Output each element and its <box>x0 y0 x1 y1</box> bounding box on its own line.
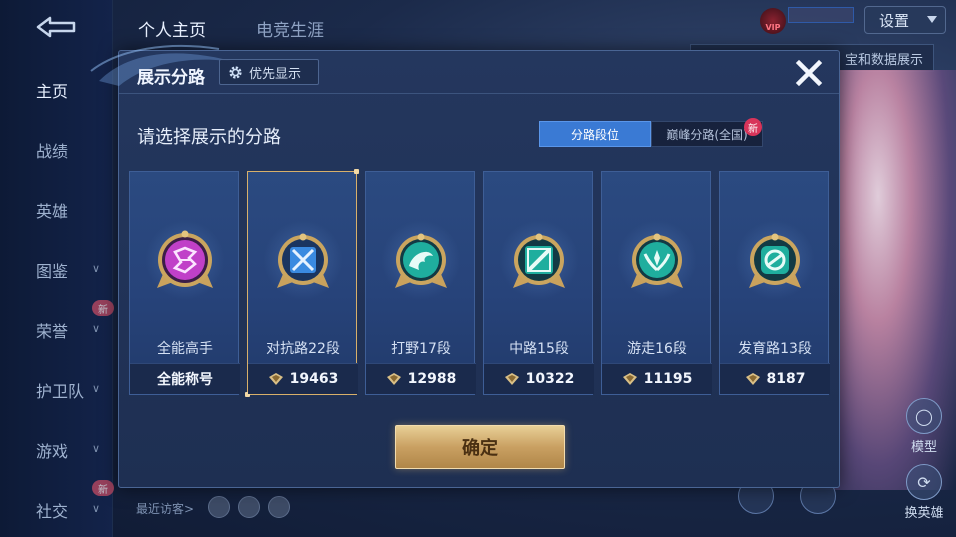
lane-name: 中路15段 <box>509 341 569 357</box>
dialog-title: 展示分路 <box>137 68 205 88</box>
lane-name: 发育路13段 <box>738 341 812 357</box>
switch-hero-button[interactable]: ⟳ 换英雄 <box>900 464 948 521</box>
score-row: 11195 <box>602 363 712 394</box>
vip-info-box <box>788 7 854 23</box>
selection-corner <box>354 169 359 174</box>
dialog-subtitle: 请选择展示的分路 <box>137 127 281 148</box>
clash-lane-icon <box>277 233 329 288</box>
power-icon <box>268 373 283 385</box>
new-badge: 新 <box>92 300 114 316</box>
tab-esports-career[interactable]: 电竞生涯 <box>256 16 324 41</box>
sidebar-item-label: 主页 <box>36 82 69 101</box>
model-label: 模型 <box>910 440 937 455</box>
lane-name: 打野17段 <box>391 341 451 357</box>
new-badge: 新 <box>744 118 762 136</box>
settings-label: 设置 <box>879 11 910 30</box>
power-icon <box>386 373 401 385</box>
power-score: 8187 <box>766 371 806 387</box>
power-score: 11195 <box>643 371 693 387</box>
chevron-down-icon: ∨ <box>92 502 101 515</box>
sidebar-item-codex[interactable]: 图鉴 ∨ <box>0 250 112 290</box>
chevron-down-icon: ∨ <box>92 322 101 335</box>
sidebar-item-honor[interactable]: 荣誉 新 ∨ <box>0 300 114 350</box>
vip-badge[interactable]: VIP <box>760 8 786 34</box>
divider <box>119 93 839 94</box>
lane-card-clash[interactable]: 对抗路22段 19463 <box>245 169 359 397</box>
confirm-button[interactable]: 确定 <box>395 425 565 469</box>
farm-lane-icon <box>749 233 801 288</box>
avatar[interactable] <box>268 496 290 518</box>
sidebar-item-label: 护卫队 <box>36 382 85 401</box>
lane-name: 游走16段 <box>627 341 687 357</box>
tab-profile[interactable]: 个人主页 <box>138 16 206 41</box>
avatar[interactable] <box>208 496 230 518</box>
tab-peak-lane[interactable]: 巅峰分路(全国) 新 <box>651 118 763 147</box>
chevron-down-icon: ∨ <box>92 262 101 275</box>
chevron-down-icon: ∨ <box>92 382 101 395</box>
lane-card-farm[interactable]: 发育路13段 8187 <box>719 171 830 395</box>
score-row: 19463 <box>248 363 358 394</box>
score-row: 12988 <box>366 363 476 394</box>
priority-label: 优先显示 <box>249 66 302 82</box>
sidebar-item-heroes[interactable]: 英雄 <box>0 190 112 230</box>
power-icon <box>622 373 637 385</box>
priority-display-button[interactable]: 优先显示 <box>219 59 319 85</box>
model-icon: ◯ <box>906 398 942 434</box>
score-row: 全能称号 <box>130 363 240 394</box>
sidebar-item-record[interactable]: 战绩 <box>0 130 112 170</box>
all-round-icon <box>157 230 213 288</box>
power-icon <box>504 373 519 385</box>
settings-button[interactable]: 设置 <box>864 6 946 34</box>
lane-card-mid[interactable]: 中路15段 10322 <box>483 171 594 395</box>
jungle-icon <box>395 233 447 288</box>
sidebar-item-label: 图鉴 <box>36 262 69 281</box>
switch-hero-icon: ⟳ <box>906 464 942 500</box>
tab-lane-rank[interactable]: 分路段位 <box>539 121 651 147</box>
title-text: 全能称号 <box>157 372 213 388</box>
lane-card-roam[interactable]: 游走16段 11195 <box>601 171 712 395</box>
avatar[interactable] <box>238 496 260 518</box>
model-button[interactable]: ◯ 模型 <box>902 398 946 455</box>
sidebar-item-guard[interactable]: 护卫队 ∨ <box>0 370 112 410</box>
power-icon <box>745 373 760 385</box>
sidebar-item-game[interactable]: 游戏 ∨ <box>0 430 112 470</box>
switch-hero-label: 换英雄 <box>904 506 944 521</box>
lane-card-list: 全能高手 全能称号 对抗路22段 19463 打野17段 12988 中路15段… <box>129 169 830 397</box>
mid-lane-icon <box>513 233 565 288</box>
banner-text: 宝和数据展示 <box>844 52 923 68</box>
close-icon[interactable] <box>793 57 825 89</box>
lane-display-dialog: 展示分路 优先显示 请选择展示的分路 分路段位 巅峰分路(全国) 新 全能高手 … <box>90 44 840 488</box>
recent-visitors-link[interactable]: 最近访客> <box>136 500 194 517</box>
power-score: 10322 <box>525 371 575 387</box>
lane-name: 全能高手 <box>157 341 213 357</box>
caret-down-icon <box>927 16 937 23</box>
sidebar-item-label: 社交 <box>36 502 69 521</box>
sidebar-item-social[interactable]: 社交 新 ∨ <box>0 480 114 530</box>
sidebar-item-label: 战绩 <box>36 142 69 161</box>
tab-peak-lane-label: 巅峰分路(全国) <box>666 127 748 142</box>
sidebar-item-label: 游戏 <box>36 442 69 461</box>
chevron-down-icon: ∨ <box>92 442 101 455</box>
score-row: 10322 <box>484 363 594 394</box>
lane-name: 对抗路22段 <box>266 341 340 357</box>
lane-mode-toggle: 分路段位 巅峰分路(全国) 新 <box>539 118 763 147</box>
sidebar-item-label: 荣誉 <box>36 322 69 341</box>
score-row: 8187 <box>720 363 830 394</box>
back-arrow-icon[interactable] <box>28 14 80 40</box>
gear-icon <box>229 65 242 79</box>
lane-card-all-round[interactable]: 全能高手 全能称号 <box>129 171 240 395</box>
new-badge: 新 <box>92 480 114 496</box>
power-score: 12988 <box>407 371 457 387</box>
sidebar-item-label: 英雄 <box>36 202 69 221</box>
roam-icon <box>631 233 683 288</box>
lane-card-jungle[interactable]: 打野17段 12988 <box>365 171 476 395</box>
power-score: 19463 <box>289 371 339 387</box>
